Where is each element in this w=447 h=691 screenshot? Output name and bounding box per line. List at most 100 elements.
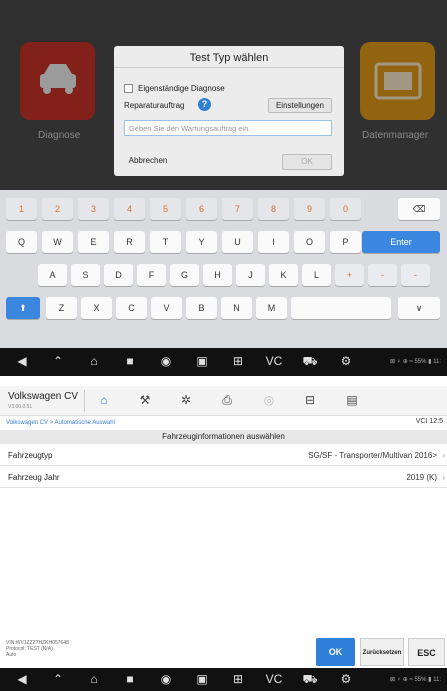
key-r[interactable]: R: [114, 231, 145, 253]
key-5[interactable]: 5: [150, 198, 181, 220]
system-nav-bar: ◀ ⌃ ⌂ ■ ◉ ▣ ⊞ VC ⛟ ⚙ ⊠ ♀ ⊕ ≈ 55% ▮ 11:: [0, 668, 447, 691]
key-x[interactable]: X: [81, 297, 112, 319]
back-icon[interactable]: ◀: [12, 354, 32, 368]
row-value: 2019 (K): [406, 473, 437, 482]
space-key[interactable]: [291, 297, 391, 319]
chrome-icon[interactable]: ◉: [156, 672, 176, 686]
save-icon[interactable]: ⊟: [301, 393, 319, 407]
screen-icon[interactable]: ⊞: [228, 672, 248, 686]
key-0[interactable]: 0: [330, 198, 361, 220]
key-f[interactable]: F: [137, 264, 166, 286]
vehicle-screen: Volkswagen CV V3.00.0.51 ⌂ ⚒ ✲ ⎙ ◎ ⊟ ▤ V…: [0, 386, 447, 691]
key-g[interactable]: G: [170, 264, 199, 286]
home-icon[interactable]: ⌃: [48, 354, 68, 368]
house-icon[interactable]: ⌂: [84, 354, 104, 368]
onscreen-keyboard: 1234567890 ⌫ QWERTYUIOP Enter A S D F G H J K L +…: [0, 190, 447, 348]
enter-key[interactable]: Enter: [362, 231, 440, 253]
cancel-button[interactable]: Abbrechen: [124, 154, 172, 170]
test-type-dialog: Test Typ wählen Eigenständige Diagnose R…: [114, 46, 344, 176]
key-t[interactable]: T: [150, 231, 181, 253]
key--[interactable]: -: [401, 264, 430, 286]
car-service-icon[interactable]: ⚙: [336, 354, 356, 368]
key-p[interactable]: P: [330, 231, 361, 253]
reset-button[interactable]: Zurücksetzen: [360, 638, 404, 666]
recent-icon[interactable]: ■: [120, 672, 140, 686]
camera-icon[interactable]: ▣: [192, 672, 212, 686]
backspace-key[interactable]: ⌫: [398, 198, 440, 220]
ok-button[interactable]: OK: [282, 154, 332, 170]
divider: [84, 390, 85, 412]
key-n[interactable]: N: [221, 297, 252, 319]
key-a[interactable]: A: [38, 264, 67, 286]
screen-icon[interactable]: ⊞: [228, 354, 248, 368]
shift-key[interactable]: ⬆: [6, 297, 40, 319]
key-3[interactable]: 3: [78, 198, 109, 220]
key-c[interactable]: C: [116, 297, 147, 319]
standalone-checkbox[interactable]: [124, 84, 133, 93]
key-y[interactable]: Y: [186, 231, 217, 253]
key-+[interactable]: +: [335, 264, 364, 286]
chevron-right-icon: ›: [442, 451, 445, 460]
key-i[interactable]: I: [258, 231, 289, 253]
key-k[interactable]: K: [269, 264, 298, 286]
camera-icon[interactable]: ▣: [192, 354, 212, 368]
key-e[interactable]: E: [78, 231, 109, 253]
key-9[interactable]: 9: [294, 198, 325, 220]
settings-button[interactable]: Einstellungen: [268, 98, 332, 113]
key-8[interactable]: 8: [258, 198, 289, 220]
chrome-icon[interactable]: ◉: [156, 354, 176, 368]
key-w[interactable]: W: [42, 231, 73, 253]
repair-order-label: Reparaturauftrag: [124, 101, 185, 110]
help-icon[interactable]: ?: [198, 98, 211, 111]
record-icon[interactable]: ◎: [260, 393, 278, 407]
esc-button[interactable]: ESC: [408, 638, 445, 666]
key-6[interactable]: 6: [186, 198, 217, 220]
key-1[interactable]: 1: [6, 198, 37, 220]
list-item[interactable]: Fahrzeugtyp SG/SF - Transporter/Multivan…: [0, 444, 447, 466]
car-service-icon[interactable]: ⚙: [336, 672, 356, 686]
key-o[interactable]: O: [294, 231, 325, 253]
breadcrumb[interactable]: Volkswagen CV > Automatische Auswahl: [6, 420, 115, 426]
back-icon[interactable]: ◀: [12, 672, 32, 686]
key-d[interactable]: D: [104, 264, 133, 286]
list-item[interactable]: Fahrzeug Jahr 2019 (K) ›: [0, 466, 447, 488]
home-icon[interactable]: ⌃: [48, 672, 68, 686]
dialog-screen: Diagnose Datenmanager Test Typ wählen Ei…: [0, 0, 447, 376]
settings-icon[interactable]: ✲: [177, 393, 195, 407]
key-l[interactable]: L: [302, 264, 331, 286]
app-header: Volkswagen CV V3.00.0.51 ⌂ ⚒ ✲ ⎙ ◎ ⊟ ▤: [0, 386, 447, 416]
message-icon[interactable]: ▤: [343, 393, 361, 407]
key-q[interactable]: Q: [6, 231, 37, 253]
key-m[interactable]: M: [256, 297, 287, 319]
key-z[interactable]: Z: [46, 297, 77, 319]
home-car-icon[interactable]: ⌂: [95, 393, 113, 407]
car-icon[interactable]: ⛟: [300, 672, 320, 688]
key-b[interactable]: B: [186, 297, 217, 319]
mode-line: Auto: [6, 652, 17, 658]
hide-keyboard-key[interactable]: ∨: [398, 297, 440, 319]
house-icon[interactable]: ⌂: [84, 672, 104, 686]
print-icon[interactable]: ⎙: [218, 393, 236, 408]
key-v[interactable]: V: [151, 297, 182, 319]
key-j[interactable]: J: [236, 264, 265, 286]
lift-icon[interactable]: ⚒: [136, 393, 154, 407]
recent-icon[interactable]: ■: [120, 354, 140, 368]
key-4[interactable]: 4: [114, 198, 145, 220]
vci-icon[interactable]: VC: [264, 672, 284, 686]
ok-button[interactable]: OK: [316, 638, 355, 666]
page-title: Volkswagen CV: [8, 391, 79, 402]
row-label: Fahrzeug Jahr: [8, 473, 60, 482]
system-nav-bar: ◀ ⌃ ⌂ ■ ◉ ▣ ⊞ VC ⛟ ⚙ ⊠ ♀ ⊕ ≈ 55% ▮ 11:: [0, 348, 447, 376]
key-7[interactable]: 7: [222, 198, 253, 220]
key-2[interactable]: 2: [42, 198, 73, 220]
repair-order-input[interactable]: Geben Sie den Wartungsauftrag ein.: [124, 120, 332, 136]
key-u[interactable]: U: [222, 231, 253, 253]
car-icon[interactable]: ⛟: [300, 354, 320, 370]
version-label: V3.00.0.51: [8, 404, 33, 410]
key-s[interactable]: S: [71, 264, 100, 286]
key-h[interactable]: H: [203, 264, 232, 286]
row-label: Fahrzeugtyp: [8, 451, 53, 460]
vin-info: VIN:WV1ZZZ7HZKH057648 Protocol: TEST (N/…: [6, 640, 69, 658]
vci-icon[interactable]: VC: [264, 354, 284, 368]
key--[interactable]: -: [368, 264, 397, 286]
